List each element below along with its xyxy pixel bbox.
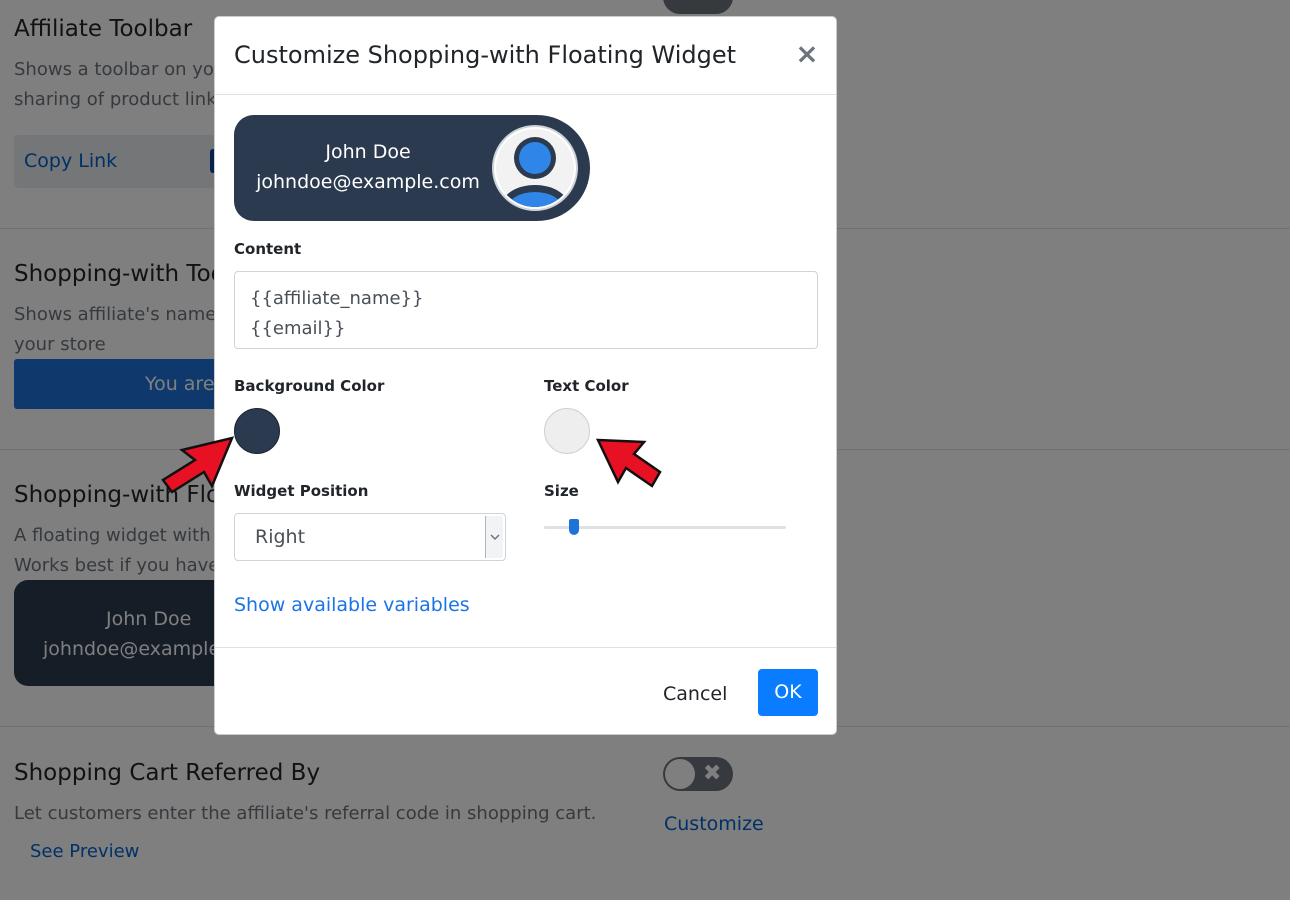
widget-position-value: Right: [255, 526, 306, 548]
annotation-arrow-icon: [161, 436, 235, 494]
background-color-label: Background Color: [234, 377, 385, 395]
modal-title: Customize Shopping-with Floating Widget: [234, 41, 737, 69]
widget-preview: John Doe johndoe@example.com: [234, 115, 590, 221]
size-label: Size: [544, 482, 579, 500]
widget-position-label: Widget Position: [234, 482, 369, 500]
size-slider[interactable]: [544, 519, 786, 535]
modal-footer: Cancel OK: [215, 647, 836, 734]
widget-position-select[interactable]: Right: [234, 513, 506, 561]
preview-email: johndoe@example.com: [256, 171, 480, 193]
content-textarea[interactable]: {{affiliate_name}} {{email}}: [234, 271, 818, 349]
cancel-button[interactable]: Cancel: [663, 672, 727, 716]
content-line-1: {{affiliate_name}}: [250, 288, 424, 309]
text-color-picker[interactable]: [544, 408, 590, 454]
customize-widget-modal: Customize Shopping-with Floating Widget …: [214, 16, 837, 735]
text-color-label: Text Color: [544, 377, 629, 395]
close-button[interactable]: ×: [793, 39, 821, 69]
content-line-2: {{email}}: [250, 318, 346, 339]
content-label: Content: [234, 240, 302, 258]
slider-thumb[interactable]: [569, 519, 579, 535]
show-variables-link[interactable]: Show available variables: [234, 594, 470, 616]
slider-track: [544, 526, 786, 529]
chevron-down-icon: [485, 516, 503, 558]
modal-header: Customize Shopping-with Floating Widget …: [215, 17, 836, 95]
user-avatar-icon: [492, 125, 578, 211]
background-color-picker[interactable]: [234, 408, 280, 454]
ok-button[interactable]: OK: [758, 669, 818, 716]
annotation-arrow-icon: [596, 438, 662, 488]
preview-name: John Doe: [325, 141, 411, 163]
